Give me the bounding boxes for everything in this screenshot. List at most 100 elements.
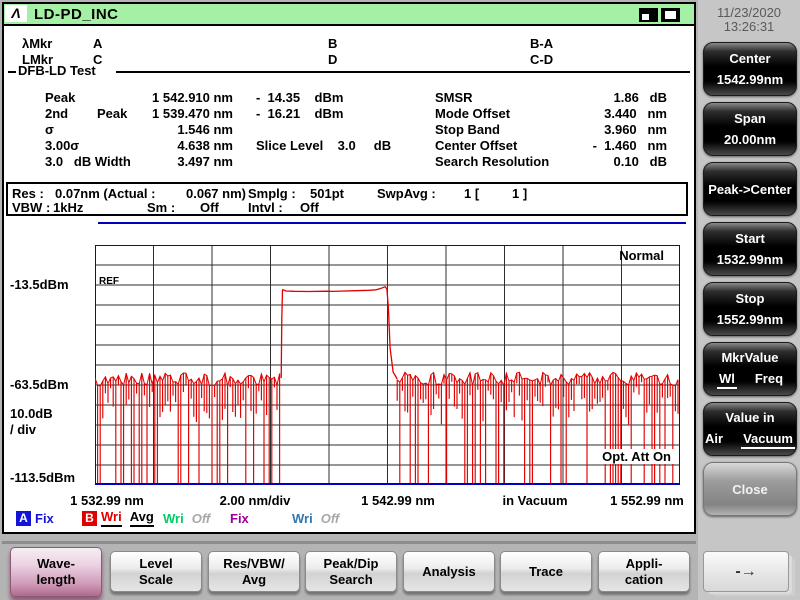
y-axis-label: -63.5dBm (10, 377, 69, 392)
menu-res-vbw-avg[interactable]: Res/VBW/Avg (208, 551, 300, 592)
settings-token: Off (300, 200, 319, 215)
analysis-value: 1 539.470 nm (110, 106, 233, 121)
softkey-mkrvalue[interactable]: MkrValueWlFreq (703, 342, 797, 396)
trace-state-label: Fix (35, 511, 54, 526)
menu-trace[interactable]: Trace (500, 551, 592, 592)
analysis-value: 1.86 dB (540, 90, 667, 105)
trace-state-label: Off (192, 511, 211, 526)
marker-label: D (328, 52, 337, 67)
analysis-value: - 1.460 nm (540, 138, 667, 153)
y-axis-label: 10.0dB (10, 406, 53, 421)
window-title-bar: Λ LD-PD_INC (4, 4, 694, 26)
graph-frame-top-line (98, 222, 686, 224)
softkey-value: 1552.99nm (704, 312, 796, 327)
softkey-value: 1542.99nm (704, 72, 796, 87)
x-axis-label: in Vacuum (502, 493, 567, 508)
softkey-option[interactable]: Air (705, 431, 723, 449)
softkey-label: Start (704, 231, 796, 246)
analysis-label: σ (45, 122, 54, 137)
y-axis-label: -13.5dBm (10, 277, 69, 292)
analysis-value: 3.440 nm (540, 106, 667, 121)
softkey-stop[interactable]: Stop1552.99nm (703, 282, 797, 336)
settings-token: Off (200, 200, 219, 215)
spectrum-svg (95, 245, 680, 485)
trace-state-label: Avg (130, 509, 154, 527)
settings-token: VBW : (12, 200, 50, 215)
trace-status: AFix (16, 510, 54, 526)
softkey-label: Peak->Center (704, 182, 796, 197)
analysis-extra: Slice Level 3.0 dB (256, 138, 391, 153)
menu-analysis[interactable]: Analysis (403, 551, 495, 592)
analysis-label: Peak (45, 90, 75, 105)
display-mode-label: Normal (619, 248, 664, 263)
trace-state-label: Off (321, 511, 340, 526)
minimize-button[interactable] (639, 8, 658, 22)
optical-attenuator-status: Opt. Att On (599, 449, 674, 464)
trace-state-label: Wri (292, 511, 313, 526)
menu-label: Level (139, 556, 172, 572)
section-divider (116, 71, 690, 73)
analysis-label: Stop Band (435, 122, 500, 137)
analysis-value: 3.960 nm (540, 122, 667, 137)
softkey-option[interactable]: Wl (717, 371, 737, 389)
softkey-label: Span (704, 111, 796, 126)
menu-label: Scale (139, 572, 173, 588)
menu-label: Peak/Dip (324, 556, 379, 572)
analysis-label: Mode Offset (435, 106, 510, 121)
analysis-value: 1.546 nm (110, 122, 233, 137)
analysis-label: Center Offset (435, 138, 517, 153)
window-title: LD-PD_INC (34, 6, 119, 23)
menu-peak-dipsearch[interactable]: Peak/DipSearch (305, 551, 397, 592)
x-axis-label: 1 552.99 nm (610, 493, 684, 508)
trace-status: WriOff (163, 510, 210, 526)
marker-label: LMkr (22, 52, 53, 67)
menu-appli-cation[interactable]: Appli-cation (598, 551, 690, 592)
analysis-label: Search Resolution (435, 154, 549, 169)
x-axis-label: 2.00 nm/div (220, 493, 291, 508)
menu-label: Trace (529, 564, 563, 580)
menu-label: Wave- (37, 556, 75, 572)
softkey-start[interactable]: Start1532.99nm (703, 222, 797, 276)
time-display: 13:26:31 (698, 19, 800, 34)
trace-status: Fix (230, 510, 249, 526)
settings-token: 1 [ (464, 186, 479, 201)
trace-status: BWriAvg (82, 510, 154, 526)
menu-label: Search (329, 572, 372, 588)
softkey-option[interactable]: Vacuum (741, 431, 795, 449)
more-menu-button[interactable]: -→ (703, 551, 789, 592)
analysis-value: 4.638 nm (110, 138, 233, 153)
softkey-peak-center[interactable]: Peak->Center (703, 162, 797, 216)
settings-token: Res : (12, 186, 44, 201)
app-logo-icon: Λ (5, 5, 27, 22)
analysis-value: 3.497 nm (110, 154, 233, 169)
analysis-label: 3.00σ (45, 138, 79, 153)
noise-top-trace (95, 373, 280, 386)
menu-label: cation (625, 572, 663, 588)
softkey-center[interactable]: Center1542.99nm (703, 42, 797, 96)
marker-label: λMkr (22, 36, 52, 51)
maximize-button[interactable] (661, 8, 680, 22)
softkey-options: Air Vacuum (704, 431, 796, 449)
softkey-close[interactable]: Close (703, 462, 797, 516)
analysis-label: SMSR (435, 90, 473, 105)
settings-token: 0.067 nm) (186, 186, 246, 201)
trace-state-label: Fix (230, 511, 249, 526)
marker-label: A (93, 36, 102, 51)
softkey-span[interactable]: Span20.00nm (703, 102, 797, 156)
softkey-option[interactable]: Freq (755, 371, 783, 389)
analysis-value: 0.10 dB (540, 154, 667, 169)
menu-wave-length[interactable]: Wave-length (10, 547, 102, 597)
menu-label: Analysis (422, 564, 475, 580)
softkey-value-in[interactable]: Value inAirVacuum (703, 402, 797, 456)
marker-label: B-A (530, 36, 553, 51)
menu-levelscale[interactable]: LevelScale (110, 551, 202, 592)
analysis-value: 1 542.910 nm (110, 90, 233, 105)
marker-label: C-D (530, 52, 553, 67)
analysis-extra: - 16.21 dBm (256, 106, 343, 121)
menu-label: Appli- (626, 556, 663, 572)
marker-label: C (93, 52, 102, 67)
x-axis-label: 1 542.99 nm (361, 493, 435, 508)
ref-level-label: REF (99, 276, 119, 287)
settings-token: 1kHz (53, 200, 83, 215)
marker-label: B (328, 36, 337, 51)
